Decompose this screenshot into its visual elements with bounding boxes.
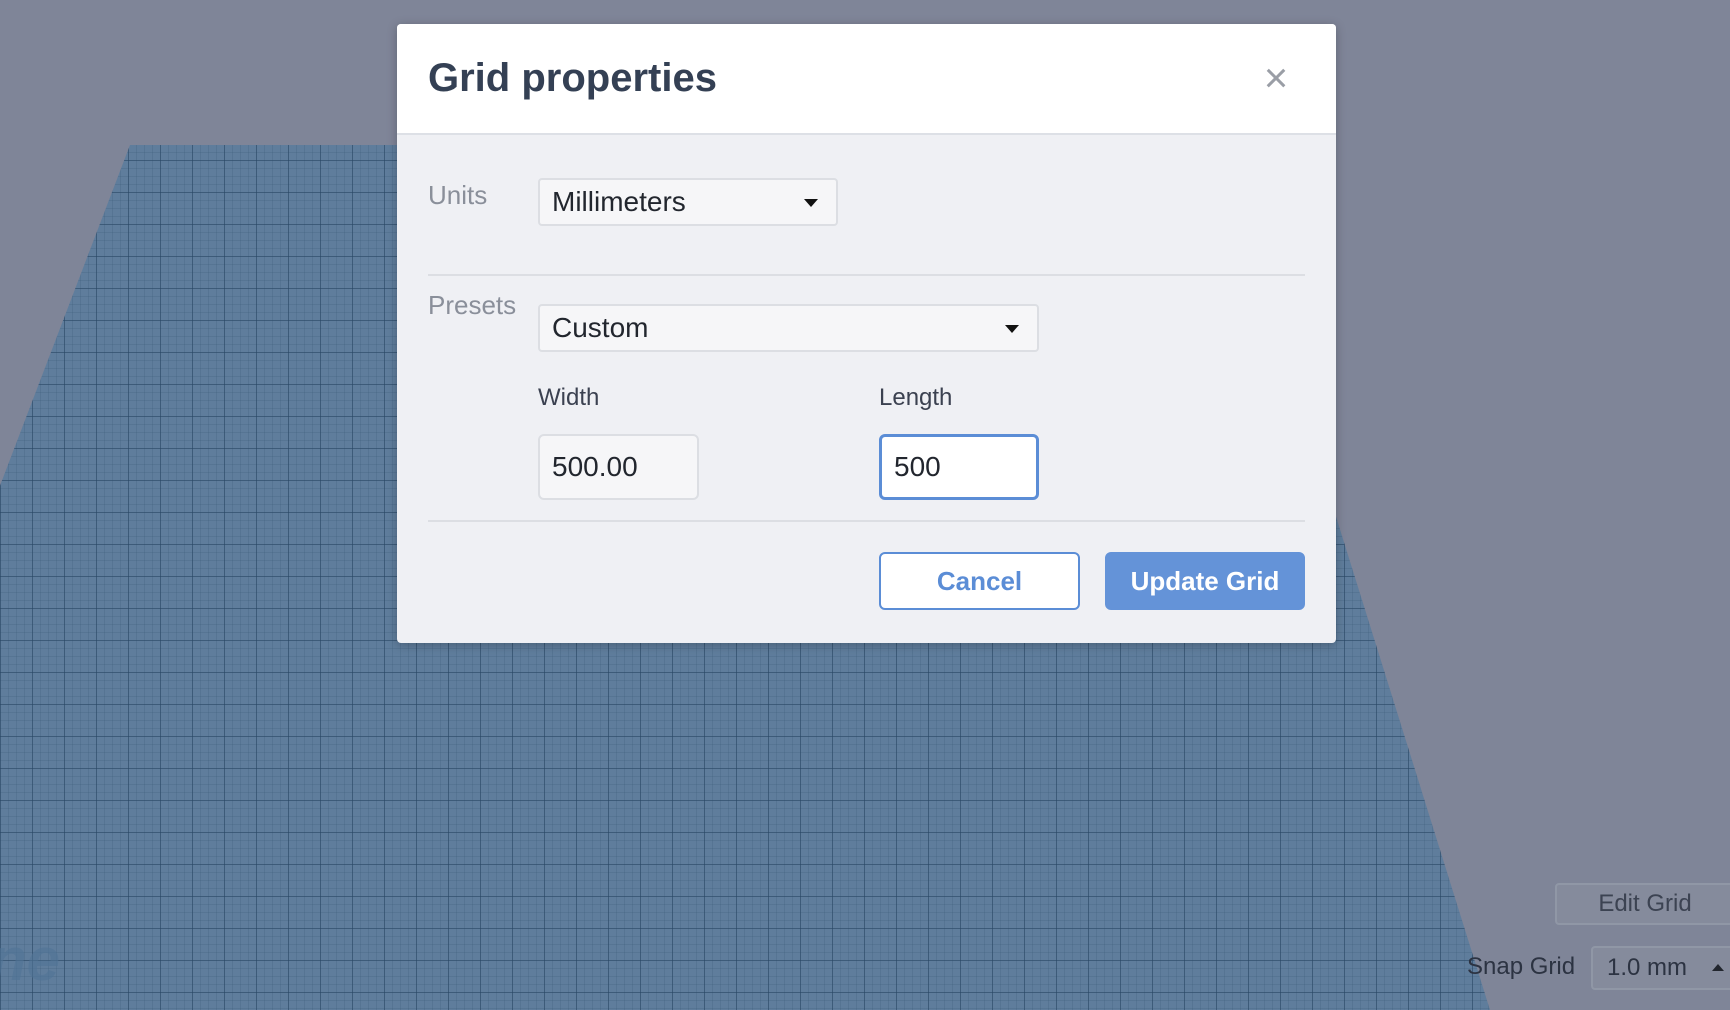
- divider: [428, 274, 1305, 276]
- length-label: Length: [879, 384, 953, 411]
- width-input[interactable]: [538, 434, 699, 500]
- units-label: Units: [428, 180, 488, 210]
- units-select[interactable]: Millimeters: [538, 178, 838, 226]
- width-label: Width: [538, 384, 600, 411]
- dialog-title: Grid properties: [428, 56, 717, 100]
- grid-properties-dialog: Grid properties × Units Millimeters Pres…: [397, 24, 1336, 643]
- snap-grid-value: 1.0 mm: [1607, 954, 1688, 981]
- chevron-up-icon: [1712, 964, 1724, 971]
- chevron-down-icon: [804, 199, 818, 207]
- snap-grid-label: Snap Grid: [1467, 953, 1576, 980]
- snap-grid-select[interactable]: 1.0 mm: [1591, 946, 1730, 990]
- length-input[interactable]: [879, 434, 1039, 500]
- chevron-down-icon: [1005, 325, 1019, 333]
- units-select-value: Millimeters: [552, 186, 686, 217]
- presets-select-value: Custom: [552, 312, 649, 343]
- edit-grid-button[interactable]: Edit Grid: [1555, 883, 1730, 925]
- presets-label: Presets: [428, 290, 517, 320]
- dialog-header: Grid properties ×: [397, 24, 1336, 135]
- workplane-logo: ne: [0, 926, 61, 993]
- cancel-button[interactable]: Cancel: [879, 552, 1080, 610]
- presets-select[interactable]: Custom: [538, 304, 1039, 352]
- divider: [428, 520, 1305, 522]
- close-icon[interactable]: ×: [1256, 57, 1296, 99]
- update-grid-button[interactable]: Update Grid: [1105, 552, 1305, 610]
